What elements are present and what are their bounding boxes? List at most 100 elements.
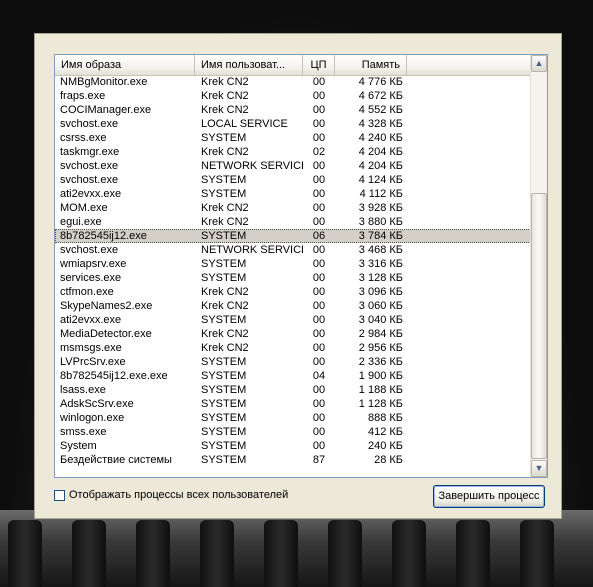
process-user: Krek CN2 bbox=[201, 202, 249, 214]
process-name: services.exe bbox=[60, 272, 122, 284]
processes-panel: Имя образа Имя пользоват... ЦП Память NM… bbox=[34, 33, 562, 519]
arrow-up-icon[interactable]: ▲ bbox=[531, 55, 547, 72]
process-name: 8b782545ij12.exe bbox=[60, 230, 147, 242]
table-row[interactable]: Бездействие системы SYSTEM 87 28 КБ bbox=[55, 453, 531, 467]
process-user: SYSTEM bbox=[201, 314, 247, 326]
process-memory: 4 112 КБ bbox=[359, 188, 403, 200]
process-cpu: 00 bbox=[312, 342, 326, 354]
column-header-cpu[interactable]: ЦП bbox=[303, 55, 335, 75]
process-name: Бездействие системы bbox=[60, 454, 172, 466]
process-memory: 3 060 КБ bbox=[358, 300, 403, 312]
table-row[interactable]: svchost.exe NETWORK SERVICE 00 3 468 КБ bbox=[55, 243, 531, 257]
process-cpu: 00 bbox=[312, 412, 326, 424]
process-memory: 4 240 КБ bbox=[358, 132, 403, 144]
process-cpu: 06 bbox=[312, 230, 326, 242]
table-row[interactable]: fraps.exe Krek CN2 00 4 672 КБ bbox=[55, 89, 531, 103]
process-cpu: 00 bbox=[312, 300, 326, 312]
table-row[interactable]: winlogon.exe SYSTEM 00 888 КБ bbox=[55, 411, 531, 425]
process-user: Krek CN2 bbox=[201, 76, 249, 88]
process-memory: 4 672 КБ bbox=[358, 90, 403, 102]
vertical-scrollbar[interactable]: ▲ ▼ bbox=[530, 55, 547, 477]
column-header-memory[interactable]: Память bbox=[335, 55, 407, 75]
process-memory: 3 316 КБ bbox=[358, 258, 403, 270]
process-name: csrss.exe bbox=[60, 132, 107, 144]
process-name: smss.exe bbox=[60, 426, 107, 438]
process-user: SYSTEM bbox=[201, 440, 247, 452]
table-row[interactable]: csrss.exe SYSTEM 00 4 240 КБ bbox=[55, 131, 531, 145]
table-row[interactable]: svchost.exe NETWORK SERVICE 00 4 204 КБ bbox=[55, 159, 531, 173]
table-row[interactable]: System SYSTEM 00 240 КБ bbox=[55, 439, 531, 453]
column-header-image-name[interactable]: Имя образа bbox=[55, 55, 195, 75]
process-name: wmiapsrv.exe bbox=[60, 258, 127, 270]
process-memory: 1 128 КБ bbox=[358, 398, 403, 410]
process-user: SYSTEM bbox=[201, 258, 247, 270]
process-name: lsass.exe bbox=[60, 384, 106, 396]
table-row[interactable]: egui.exe Krek CN2 00 3 880 КБ bbox=[55, 215, 531, 229]
show-all-users-label: Отображать процессы всех пользователей bbox=[69, 489, 289, 501]
process-memory: 4 204 КБ bbox=[358, 160, 403, 172]
table-row[interactable]: ati2evxx.exe SYSTEM 00 4 112 КБ bbox=[55, 187, 531, 201]
table-row[interactable]: ati2evxx.exe SYSTEM 00 3 040 КБ bbox=[55, 313, 531, 327]
process-cpu: 00 bbox=[312, 314, 326, 326]
column-header-user-name[interactable]: Имя пользоват... bbox=[195, 55, 303, 75]
process-user: NETWORK SERVICE bbox=[201, 244, 303, 256]
process-cpu: 00 bbox=[312, 160, 326, 172]
process-cpu: 00 bbox=[312, 426, 326, 438]
arrow-down-icon[interactable]: ▼ bbox=[531, 460, 547, 477]
table-row[interactable]: taskmgr.exe Krek CN2 02 4 204 КБ bbox=[55, 145, 531, 159]
end-process-button[interactable]: Завершить процесс bbox=[433, 485, 545, 508]
process-name: ati2evxx.exe bbox=[60, 314, 122, 326]
process-user: SYSTEM bbox=[201, 356, 247, 368]
table-row[interactable]: 8b782545ij12.exe SYSTEM 06 3 784 КБ bbox=[55, 229, 531, 243]
table-row[interactable]: smss.exe SYSTEM 00 412 КБ bbox=[55, 425, 531, 439]
table-row[interactable]: MediaDetector.exe Krek CN2 00 2 984 КБ bbox=[55, 327, 531, 341]
table-row[interactable]: svchost.exe LOCAL SERVICE 00 4 328 КБ bbox=[55, 117, 531, 131]
process-user: SYSTEM bbox=[201, 272, 247, 284]
background-post bbox=[200, 520, 234, 587]
show-all-users-checkbox[interactable] bbox=[54, 489, 65, 501]
table-row[interactable]: services.exe SYSTEM 00 3 128 КБ bbox=[55, 271, 531, 285]
process-name: MOM.exe bbox=[60, 202, 108, 214]
scrollbar-thumb[interactable] bbox=[531, 193, 547, 459]
process-rows: NMBgMonitor.exe Krek CN2 00 4 776 КБ fraps.e… bbox=[55, 75, 531, 467]
process-cpu: 00 bbox=[312, 384, 326, 396]
process-cpu: 00 bbox=[312, 216, 326, 228]
table-row[interactable]: 8b782545ij12.exe.exe SYSTEM 04 1 900 КБ bbox=[55, 369, 531, 383]
process-memory: 2 336 КБ bbox=[358, 356, 403, 368]
process-user: SYSTEM bbox=[201, 384, 247, 396]
process-cpu: 04 bbox=[312, 370, 326, 382]
process-memory: 888 КБ bbox=[367, 412, 403, 424]
process-list[interactable]: Имя образа Имя пользоват... ЦП Память NM… bbox=[54, 54, 548, 478]
process-cpu: 00 bbox=[312, 174, 326, 186]
process-cpu: 00 bbox=[312, 76, 326, 88]
background-post bbox=[520, 520, 554, 587]
table-row[interactable]: msmsgs.exe Krek CN2 00 2 956 КБ bbox=[55, 341, 531, 355]
process-name: fraps.exe bbox=[60, 90, 106, 102]
table-row[interactable]: NMBgMonitor.exe Krek CN2 00 4 776 КБ bbox=[55, 75, 531, 89]
process-cpu: 00 bbox=[312, 244, 326, 256]
process-user: Krek CN2 bbox=[201, 104, 249, 116]
table-row[interactable]: LVPrcSrv.exe SYSTEM 00 2 336 КБ bbox=[55, 355, 531, 369]
process-user: SYSTEM bbox=[201, 188, 247, 200]
table-row[interactable]: lsass.exe SYSTEM 00 1 188 КБ bbox=[55, 383, 531, 397]
process-name: svchost.exe bbox=[60, 244, 119, 256]
show-all-users-option[interactable]: Отображать процессы всех пользователей bbox=[54, 488, 288, 502]
process-user: SYSTEM bbox=[201, 132, 247, 144]
table-row[interactable]: svchost.exe SYSTEM 00 4 124 КБ bbox=[55, 173, 531, 187]
table-row[interactable]: COCIManager.exe Krek CN2 00 4 552 КБ bbox=[55, 103, 531, 117]
process-user: LOCAL SERVICE bbox=[201, 118, 288, 130]
process-cpu: 00 bbox=[312, 328, 326, 340]
process-memory: 3 880 КБ bbox=[358, 216, 403, 228]
table-row[interactable]: ctfmon.exe Krek CN2 00 3 096 КБ bbox=[55, 285, 531, 299]
process-memory: 28 КБ bbox=[374, 454, 403, 466]
process-memory: 3 468 КБ bbox=[358, 244, 403, 256]
table-row[interactable]: wmiapsrv.exe SYSTEM 00 3 316 КБ bbox=[55, 257, 531, 271]
table-row[interactable]: SkypeNames2.exe Krek CN2 00 3 060 КБ bbox=[55, 299, 531, 313]
process-cpu: 00 bbox=[312, 132, 326, 144]
process-name: ctfmon.exe bbox=[60, 286, 114, 298]
process-memory: 3 128 КБ bbox=[358, 272, 403, 284]
table-row[interactable]: AdskScSrv.exe SYSTEM 00 1 128 КБ bbox=[55, 397, 531, 411]
table-row[interactable]: MOM.exe Krek CN2 00 3 928 КБ bbox=[55, 201, 531, 215]
process-user: Krek CN2 bbox=[201, 90, 249, 102]
process-user: SYSTEM bbox=[201, 230, 247, 242]
